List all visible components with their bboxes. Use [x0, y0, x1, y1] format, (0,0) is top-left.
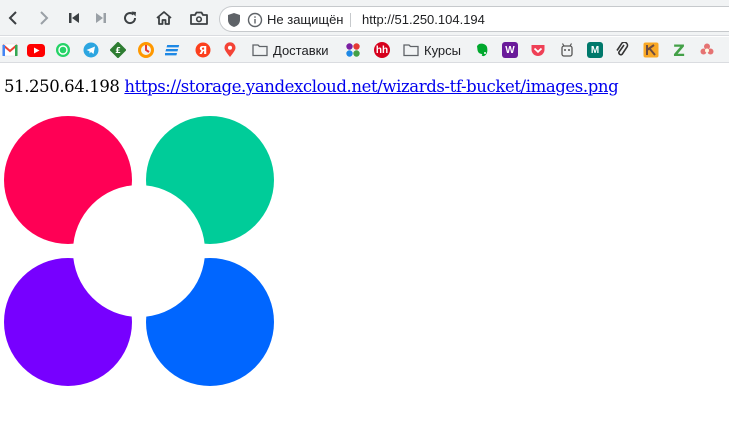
back-button[interactable] — [2, 7, 24, 29]
bookmark-pocket[interactable] — [530, 40, 546, 60]
forward-arrow-icon — [40, 11, 49, 25]
green-icon: £ — [110, 42, 126, 58]
orange-icon — [138, 42, 154, 58]
forward-button[interactable] — [33, 7, 55, 29]
omnibox-separator — [350, 13, 351, 27]
bookmark-blue-lines[interactable] — [165, 40, 181, 60]
bookmark-colorful-dots[interactable] — [345, 40, 361, 60]
m-icon: M — [587, 42, 603, 58]
page-text-line: 51.250.64.198 https://storage.yandexclou… — [4, 77, 619, 96]
bookmark-gmail[interactable] — [2, 40, 18, 60]
telegram-icon — [83, 42, 99, 58]
back-arrow-icon — [8, 11, 17, 25]
skip-forward-icon — [96, 13, 106, 23]
bookmark-z[interactable]: Z — [671, 40, 687, 60]
w-icon: W — [502, 42, 518, 58]
bookmark-youtube[interactable] — [27, 40, 45, 60]
bookmark-flower[interactable] — [699, 40, 715, 60]
shield-icon[interactable] — [227, 12, 241, 31]
paperclip-icon — [616, 42, 629, 56]
ip-address-text: 51.250.64.198 — [4, 77, 120, 96]
home-button[interactable] — [153, 7, 175, 29]
dots-icon — [346, 43, 360, 57]
next-track-button[interactable] — [90, 7, 112, 29]
home-icon — [156, 11, 172, 25]
bookmark-whatsapp[interactable] — [55, 40, 71, 60]
reload-icon — [124, 11, 137, 25]
camera-icon — [190, 11, 208, 25]
info-icon[interactable] — [247, 12, 263, 31]
m-icon-text: M — [590, 44, 600, 56]
bookmark-mascot[interactable] — [559, 40, 575, 60]
bookmark-evernote[interactable] — [474, 40, 490, 60]
map-pin-icon — [224, 42, 236, 57]
bookmarks-bar: £ Я Доставки hh Курсы W M Z — [0, 37, 729, 63]
url-text[interactable]: http://51.250.104.194 — [362, 12, 485, 27]
bookmark-green[interactable]: £ — [110, 40, 126, 60]
svg-text:Я: Я — [199, 44, 207, 57]
mascot-icon — [561, 43, 573, 57]
z-icon-text: Z — [673, 42, 685, 58]
evernote-icon — [477, 43, 488, 57]
bookmark-folder-dostavki[interactable]: Доставки — [252, 40, 329, 60]
k-icon — [643, 42, 659, 58]
four-circles-logo-image — [0, 112, 280, 392]
browser-toolbar: Не защищён http://51.250.104.194 — [0, 0, 729, 36]
flower-icon — [700, 43, 714, 55]
address-bar[interactable]: Не защищён http://51.250.104.194 — [219, 6, 729, 32]
whatsapp-icon — [56, 43, 70, 57]
skip-back-icon — [69, 13, 79, 23]
reload-button[interactable] — [119, 7, 141, 29]
bookmark-yandex[interactable]: Я — [195, 40, 211, 60]
bookmark-maps[interactable] — [223, 40, 237, 60]
folder-icon — [403, 44, 419, 57]
logo-center-circle — [73, 185, 205, 317]
previous-track-button[interactable] — [63, 7, 85, 29]
folder-icon — [252, 44, 268, 57]
bookmark-hh[interactable]: hh — [374, 40, 390, 60]
youtube-icon — [27, 43, 45, 57]
bookmark-label: Доставки — [273, 42, 329, 58]
svg-text:£: £ — [115, 46, 121, 55]
bookmark-m[interactable]: M — [587, 40, 603, 60]
bookmark-folder-kursy[interactable]: Курсы — [403, 40, 461, 60]
pocket-icon — [531, 45, 545, 56]
yandex-icon: Я — [195, 42, 211, 58]
bookmark-w[interactable]: W — [502, 40, 518, 60]
security-status-label[interactable]: Не защищён — [267, 12, 343, 27]
blue-lines-icon — [165, 45, 180, 56]
bookmark-paperclip[interactable] — [615, 40, 629, 60]
snapshot-button[interactable] — [188, 7, 210, 29]
bookmark-label: Курсы — [424, 42, 462, 58]
bookmark-telegram[interactable] — [83, 40, 99, 60]
z-icon: Z — [673, 42, 685, 58]
gmail-icon — [2, 43, 18, 57]
hh-icon-text: hh — [375, 44, 389, 56]
image-link[interactable]: https://storage.yandexcloud.net/wizards-… — [124, 77, 618, 96]
w-icon-text: W — [505, 44, 515, 56]
bookmark-k[interactable] — [643, 40, 659, 60]
hh-icon: hh — [374, 42, 390, 58]
bookmark-orange[interactable] — [138, 40, 154, 60]
